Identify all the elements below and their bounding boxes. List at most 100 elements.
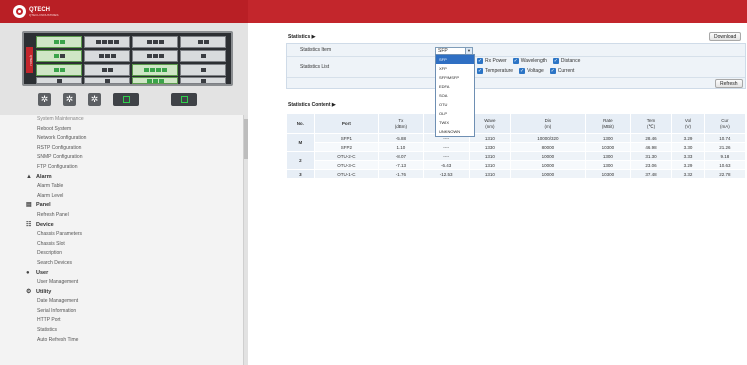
cell-tx: 1.10 — [378, 142, 424, 152]
check-icon[interactable]: ✓ — [552, 58, 559, 64]
sidebar-item[interactable]: Refresh Panel — [0, 211, 248, 221]
cell-rate: 10300 — [584, 169, 632, 179]
cell-cur: 21.26 — [703, 142, 747, 152]
cell-tem: 28.46 — [630, 133, 673, 143]
statistics-content-title: Statistics Content ▶ — [288, 102, 336, 108]
statistics-checkbox[interactable]: ✓ Voltage — [519, 68, 544, 74]
slot-card[interactable] — [84, 64, 130, 76]
column-header-label: Port — [341, 120, 351, 126]
dropdown-option[interactable]: XFP — [436, 64, 474, 73]
slot-card[interactable] — [132, 64, 178, 76]
statistics-checks-row-2: ✓ Temperature ✓ Voltage ✓ Current — [477, 68, 574, 74]
utility-icon: ⚙ — [26, 288, 32, 295]
checkbox-label: Wavelength — [520, 58, 547, 64]
slot-card[interactable] — [36, 64, 82, 76]
sidebar-item[interactable]: Alarm Level — [0, 192, 248, 202]
sidebar-item[interactable]: User Management — [0, 278, 248, 288]
sidebar-item[interactable]: Description — [0, 249, 248, 259]
divider — [287, 56, 745, 57]
sidebar-item[interactable]: Network Configuration — [0, 134, 248, 144]
cell-tx: -1.76 — [378, 169, 424, 179]
fan-icon[interactable]: ✲ — [88, 93, 101, 106]
cell-dis: 80000 — [510, 142, 586, 152]
dropdown-option[interactable]: SFP/MSFP — [436, 73, 474, 82]
check-icon[interactable]: ✓ — [519, 68, 526, 74]
sidebar-item[interactable]: SNMP Configuration — [0, 153, 248, 163]
chassis-image[interactable]: QTECH — [22, 31, 233, 86]
slot-card[interactable] — [180, 50, 226, 62]
sidebar-item[interactable]: FTP Configuration — [0, 163, 248, 173]
sidebar-item[interactable]: RSTP Configuration — [0, 144, 248, 154]
sidebar-item[interactable]: Reboot System — [0, 125, 248, 135]
fan-icon[interactable]: ✲ — [38, 93, 51, 106]
download-button[interactable]: Download — [709, 32, 742, 41]
cell-port: SFP2 — [313, 142, 380, 152]
check-icon[interactable]: ✓ — [477, 58, 483, 64]
slot-card[interactable] — [84, 36, 130, 48]
sidebar-group[interactable]: ⚙ Utility — [0, 288, 248, 298]
sidebar-group[interactable]: ● User — [0, 269, 248, 279]
checkbox-label: Voltage — [527, 68, 544, 74]
sidebar-group[interactable]: ▲ Alarm — [0, 173, 248, 183]
sidebar-item[interactable]: Chassis Slot — [0, 240, 248, 250]
slot-card[interactable] — [36, 36, 82, 48]
statistics-checkbox[interactable]: ✓ Current — [549, 68, 574, 74]
cell-tx: -7.13 — [378, 160, 424, 170]
statistics-checkbox[interactable]: ✓ Wavelength — [512, 58, 547, 64]
cell-port: OTU-2-C — [313, 151, 380, 161]
sidebar-item[interactable]: HTTP Port — [0, 316, 248, 326]
slot-card[interactable] — [180, 36, 226, 48]
slot-card[interactable] — [36, 50, 82, 62]
cell-wave: 1310 — [468, 133, 512, 143]
dropdown-option[interactable]: TWIX — [436, 118, 474, 127]
chassis-brand-label: QTECH — [26, 47, 33, 73]
cell-tem: 37.48 — [630, 169, 673, 179]
statistics-item-dropdown[interactable]: SFP XFP SFP/MSFP EDFA SOA OTU OLP TWIX UNKNOWN — [435, 54, 475, 137]
column-header: Cur (mA) — [703, 113, 747, 134]
slot-row-2 — [36, 50, 226, 62]
sidebar-item[interactable]: System Maintenance — [0, 115, 248, 125]
dropdown-option[interactable]: OTU — [436, 100, 474, 109]
dropdown-option[interactable]: UNKNOWN — [436, 127, 474, 136]
statistics-checkbox[interactable]: ✓ Rx Power — [477, 58, 507, 64]
sidebar-group[interactable]: ▤ Panel — [0, 201, 248, 211]
statistics-checkbox[interactable]: ✓ Distance — [552, 58, 580, 64]
cell-tx: -5.88 — [378, 133, 424, 143]
slot-row-4 — [36, 77, 226, 84]
slot-card[interactable] — [180, 64, 226, 76]
sidebar-group-label: Alarm — [36, 173, 52, 180]
slot-card[interactable] — [84, 77, 130, 84]
warning-icon: ▲ — [26, 173, 32, 180]
cell-dis: 10000 — [510, 169, 586, 179]
slot-card[interactable] — [132, 36, 178, 48]
slot-card[interactable] — [132, 50, 178, 62]
slot-card[interactable] — [180, 77, 226, 84]
header-brand-area: QTECH QTECH INDUSTRIES — [0, 0, 248, 23]
slot-card[interactable] — [84, 50, 130, 62]
slot-card[interactable] — [36, 77, 82, 84]
check-icon[interactable]: ✓ — [477, 68, 483, 74]
refresh-button[interactable]: Refresh — [715, 79, 743, 88]
sidebar-item[interactable]: Chassis Parameters — [0, 230, 248, 240]
statistics-checks-row-1: ✓ Rx Power ✓ Wavelength ✓ Distance — [477, 58, 580, 64]
fan-icon[interactable]: ✲ — [63, 93, 76, 106]
dropdown-option[interactable]: SOA — [436, 91, 474, 100]
sidebar-item[interactable]: Auto Refresh Time — [0, 336, 248, 346]
dropdown-option[interactable]: EDFA — [436, 82, 474, 91]
sidebar-item[interactable]: Serial Information — [0, 307, 248, 317]
check-icon[interactable]: ✓ — [549, 68, 556, 74]
sidebar-item[interactable]: Date Management — [0, 297, 248, 307]
sidebar-item[interactable]: Statistics — [0, 326, 248, 336]
dropdown-option[interactable]: SFP — [436, 55, 474, 64]
power-supply-icon[interactable] — [171, 93, 197, 106]
cell-rate: 1300 — [584, 151, 632, 161]
slot-card[interactable] — [132, 77, 178, 84]
sidebar-item[interactable]: Alarm Table — [0, 182, 248, 192]
dropdown-option[interactable]: OLP — [436, 109, 474, 118]
check-icon[interactable]: ✓ — [512, 58, 519, 64]
cell-port: OTU-1-C — [313, 169, 380, 179]
sidebar-group[interactable]: ☷ Device — [0, 221, 248, 231]
statistics-checkbox[interactable]: ✓ Temperature — [477, 68, 513, 74]
sidebar-item[interactable]: Search Devices — [0, 259, 248, 269]
power-supply-icon[interactable] — [113, 93, 139, 106]
